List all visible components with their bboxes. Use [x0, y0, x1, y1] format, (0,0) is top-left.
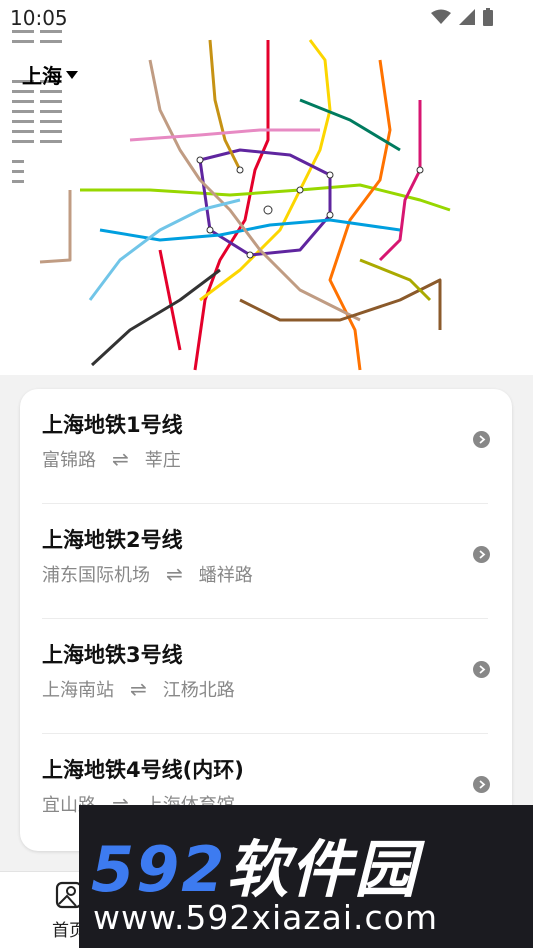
line-name: 上海地铁2号线 — [42, 528, 183, 552]
line-route: 上海南站 ⇌ 江杨北路 — [42, 676, 235, 702]
line-route: 富锦路 ⇌ 莘庄 — [42, 446, 181, 472]
chevron-right-icon[interactable] — [473, 661, 490, 678]
line-list: 上海地铁1号线 富锦路 ⇌ 莘庄 上海地铁2号线 浦东国际机场 ⇌ 蟠祥路 上海… — [20, 389, 512, 851]
line-item[interactable]: 上海地铁1号线 富锦路 ⇌ 莘庄 — [20, 389, 512, 504]
route-start: 浦东国际机场 — [42, 565, 150, 586]
route-end: 莘庄 — [144, 450, 181, 471]
line-item[interactable]: 上海地铁3号线 上海南站 ⇌ 江杨北路 — [20, 619, 512, 734]
route-start: 富锦路 — [42, 450, 96, 471]
status-icons — [431, 8, 493, 26]
chevron-right-icon[interactable] — [473, 431, 490, 448]
line-item[interactable]: 上海地铁2号线 浦东国际机场 ⇌ 蟠祥路 — [20, 504, 512, 619]
line-route: 浦东国际机场 ⇌ 蟠祥路 — [42, 561, 253, 587]
chevron-right-icon[interactable] — [473, 776, 490, 793]
chevron-right-icon[interactable] — [473, 546, 490, 563]
line-name: 上海地铁1号线 — [42, 413, 183, 437]
metro-map-graphic — [12, 30, 451, 371]
caret-down-icon — [66, 70, 78, 79]
watermark-url: www.592xiazai.com — [93, 898, 439, 937]
line-name: 上海地铁4号线(内环) — [42, 758, 244, 782]
watermark-number: 592 — [91, 833, 227, 906]
wifi-icon — [431, 9, 451, 24]
watermark-brand: 592软件园 — [91, 819, 418, 909]
route-end: 蟠祥路 — [198, 565, 253, 586]
watermark-banner: 592软件园 www.592xiazai.com — [79, 805, 533, 948]
watermark-name: 软件园 — [226, 833, 419, 906]
swap-arrows-icon: ⇌ — [112, 447, 129, 471]
route-start: 上海南站 — [42, 680, 114, 701]
line-name: 上海地铁3号线 — [42, 643, 183, 667]
city-name: 上海 — [22, 64, 62, 88]
city-selector[interactable]: 上海 — [22, 60, 78, 89]
battery-icon — [483, 8, 493, 26]
status-time: 10:05 — [10, 6, 68, 30]
status-bar: 10:05 — [0, 0, 533, 36]
metro-map[interactable] — [0, 0, 533, 375]
swap-arrows-icon: ⇌ — [166, 562, 183, 586]
signal-icon — [459, 9, 475, 25]
route-end: 江杨北路 — [162, 680, 235, 701]
swap-arrows-icon: ⇌ — [130, 677, 147, 701]
